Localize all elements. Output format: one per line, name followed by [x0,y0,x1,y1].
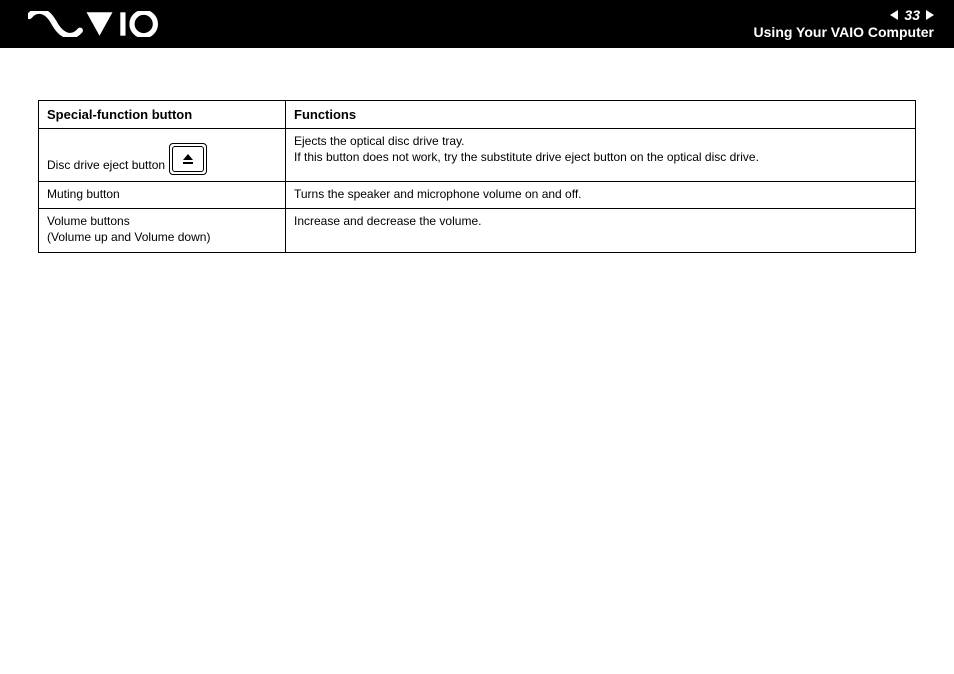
prev-page-arrow-icon[interactable] [890,10,898,20]
table-row: Muting button Turns the speaker and micr… [39,182,916,209]
row0-label: Disc drive eject button [47,157,165,175]
eject-icon [182,153,194,165]
row0-func-line2: If this button does not work, try the su… [294,150,759,164]
section-title: Using Your VAIO Computer [754,25,934,40]
row0-func-cell: Ejects the optical disc drive tray. If t… [286,129,916,182]
header-bar: 33 Using Your VAIO Computer [0,0,954,48]
table-header-row: Special-function button Functions [39,101,916,129]
page-number: 33 [904,8,920,23]
table-row: Disc drive eject button Ejects the optic… [39,129,916,182]
row0-func-line1: Ejects the optical disc drive tray. [294,134,465,148]
row0-label-cell: Disc drive eject button [39,129,286,182]
row1-label: Muting button [39,182,286,209]
eject-button-graphic [169,143,207,175]
row2-label-line1: Volume buttons [47,214,130,228]
next-page-arrow-icon[interactable] [926,10,934,20]
row1-func: Turns the speaker and microphone volume … [286,182,916,209]
header-right: 33 Using Your VAIO Computer [754,8,934,41]
vaio-logo-svg [28,11,171,37]
row2-func: Increase and decrease the volume. [286,209,916,252]
col1-header: Special-function button [39,101,286,129]
table-row: Volume buttons (Volume up and Volume dow… [39,209,916,252]
row2-label-line2: (Volume up and Volume down) [47,230,210,244]
row2-label-cell: Volume buttons (Volume up and Volume dow… [39,209,286,252]
col2-header: Functions [286,101,916,129]
pager: 33 [890,8,934,23]
vaio-logo [28,0,171,48]
content-area: Special-function button Functions Disc d… [0,48,954,253]
functions-table: Special-function button Functions Disc d… [38,100,916,253]
